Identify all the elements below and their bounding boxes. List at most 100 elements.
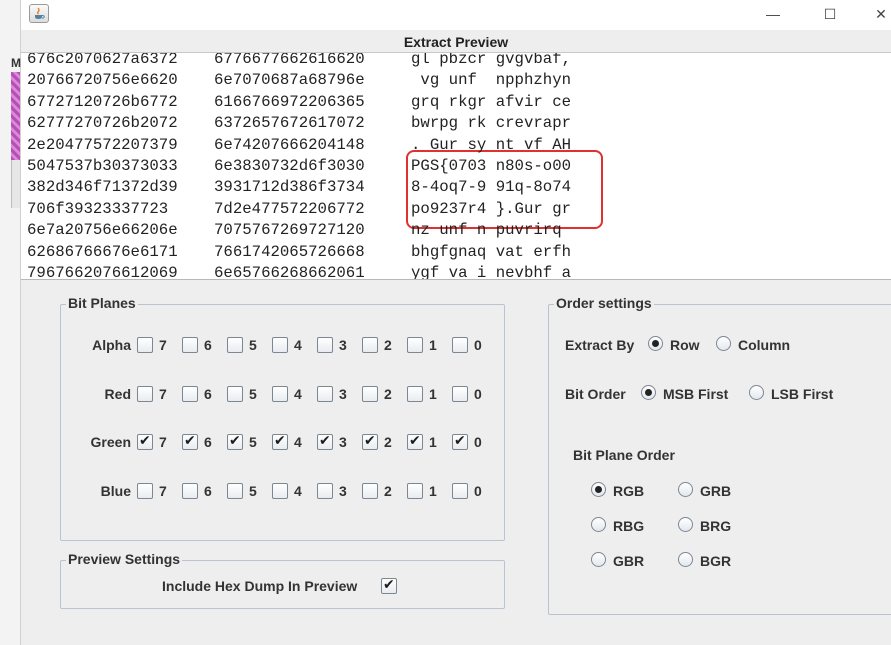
hex-column: 20766720756e6620 — [27, 71, 178, 90]
extract-by-radio-column[interactable] — [716, 336, 731, 351]
bit-number-label: 1 — [429, 482, 437, 499]
green-bit-checkbox[interactable]: ✔ — [272, 432, 288, 450]
checkmark-icon: ✔ — [383, 576, 395, 592]
ascii-text: gl pbzcr gvgvbaf, — [411, 52, 572, 68]
alpha-bit-checkbox[interactable] — [137, 337, 153, 353]
plane-order-option-label: GBR — [613, 553, 645, 569]
hex-column: 6e7070687a68796e — [214, 71, 365, 90]
channel-label: Green — [90, 434, 131, 450]
blue-bit-checkbox[interactable] — [182, 482, 198, 499]
checkmark-icon: ✔ — [229, 432, 241, 448]
hex-column: 6776677662616620 — [214, 52, 365, 68]
plane-order-radio-bgr[interactable] — [678, 552, 693, 567]
bit-planes-group: Bit Planes Alpha 7 6 5 4 3 2 1 0 Red 7 6 5 4 3 2 1 0 Green… — [60, 295, 505, 541]
channel-label: Red — [104, 385, 131, 402]
hex-preview-area[interactable]: 676c2070627a6372 6776677662616620 gl pbzcr… — [21, 52, 891, 280]
alpha-bit-checkbox[interactable] — [272, 337, 288, 353]
bit-order-radio-lsb-first[interactable] — [749, 385, 764, 400]
checkmark-icon: ✔ — [184, 432, 196, 448]
green-bit-checkbox[interactable]: ✔ — [317, 432, 333, 450]
blue-bit-checkbox[interactable] — [227, 482, 243, 499]
green-bit-checkbox[interactable]: ✔ — [407, 432, 423, 450]
alpha-bit-checkbox[interactable] — [182, 337, 198, 353]
green-bit-checkbox[interactable]: ✔ — [227, 432, 243, 450]
bit-plane-row-alpha: Alpha 7 6 5 4 3 2 1 0 — [61, 335, 501, 355]
include-hex-checkbox[interactable]: ✔ — [381, 576, 397, 594]
bit-order-label: Bit Order — [565, 386, 626, 402]
bit-plane-row-green: Green ✔ 7 ✔ 6 ✔ 5 ✔ 4 ✔ 3 ✔ 2 ✔ 1 ✔ 0 — [61, 432, 501, 452]
plane-order-radio-grb[interactable] — [678, 482, 693, 497]
blue-bit-checkbox[interactable] — [362, 482, 378, 499]
blue-bit-checkbox[interactable] — [137, 482, 153, 499]
plane-order-radio-rgb[interactable] — [591, 482, 606, 497]
alpha-bit-checkbox[interactable] — [452, 337, 468, 353]
ascii-text: bhgfgnaq vat erfh — [411, 242, 572, 261]
plane-order-option-label: RBG — [613, 518, 645, 534]
checkmark-icon: ✔ — [364, 432, 376, 448]
red-bit-checkbox[interactable] — [182, 385, 198, 402]
blue-bit-checkbox[interactable] — [407, 482, 423, 499]
maximize-button[interactable]: ☐ — [807, 2, 853, 28]
bit-number-label: 5 — [249, 337, 257, 353]
bit-number-label: 0 — [474, 337, 482, 353]
close-button[interactable]: ✕ — [866, 2, 891, 28]
preview-settings-title: Preview Settings — [66, 551, 183, 567]
bit-number-label: 4 — [294, 337, 302, 353]
java-app-icon — [29, 4, 49, 23]
bit-number-label: 4 — [294, 434, 302, 450]
bit-number-label: 3 — [339, 434, 347, 450]
hex-column: 6166766972206365 — [214, 92, 365, 111]
red-bit-checkbox[interactable] — [362, 385, 378, 402]
red-bit-checkbox[interactable] — [407, 385, 423, 402]
red-bit-checkbox[interactable] — [137, 385, 153, 402]
green-bit-checkbox[interactable]: ✔ — [452, 432, 468, 450]
bit-number-label: 0 — [474, 482, 482, 499]
hex-column: 6e7a20756e66206e — [27, 221, 178, 240]
hex-column: 62777270726b2072 — [27, 114, 178, 133]
red-bit-checkbox[interactable] — [452, 385, 468, 402]
minimize-button[interactable]: — — [750, 2, 796, 28]
background-window-letter: M — [11, 56, 21, 70]
bit-number-label: 3 — [339, 482, 347, 499]
alpha-bit-checkbox[interactable] — [227, 337, 243, 353]
hex-column: 62686766676e6171 — [27, 242, 178, 261]
bit-number-label: 6 — [204, 337, 212, 353]
blue-bit-checkbox[interactable] — [452, 482, 468, 499]
order-settings-group: Order settings Extract By Row Column Bit Or… — [548, 295, 891, 615]
bit-number-label: 7 — [159, 482, 167, 499]
bit-number-label: 0 — [474, 434, 482, 450]
radio-selected-dot — [595, 486, 602, 493]
plane-order-radio-rbg[interactable] — [591, 517, 606, 532]
bit-number-label: 5 — [249, 434, 257, 450]
title-bar: — ☐ ✕ — [21, 0, 891, 30]
red-bit-checkbox[interactable] — [227, 385, 243, 402]
bit-number-label: 4 — [294, 482, 302, 499]
plane-order-option-label: RGB — [613, 483, 645, 499]
alpha-bit-checkbox[interactable] — [317, 337, 333, 353]
blue-bit-checkbox[interactable] — [272, 482, 288, 499]
green-bit-checkbox[interactable]: ✔ — [182, 432, 198, 450]
alpha-bit-checkbox[interactable] — [407, 337, 423, 353]
red-bit-checkbox[interactable] — [272, 385, 288, 402]
plane-order-option-label: GRB — [700, 483, 732, 499]
extract-by-radio-row[interactable] — [648, 336, 663, 351]
extract-by-label: Extract By — [565, 337, 635, 353]
ascii-text: 8-4oq7-9 91q-8o74 — [411, 178, 572, 197]
plane-order-radio-brg[interactable] — [678, 517, 693, 532]
green-bit-checkbox[interactable]: ✔ — [137, 432, 153, 450]
preview-settings-group: Preview Settings Include Hex Dump In Pre… — [60, 551, 505, 609]
alpha-bit-checkbox[interactable] — [362, 337, 378, 353]
bit-order-radio-msb-first[interactable] — [641, 385, 656, 400]
green-bit-checkbox[interactable]: ✔ — [362, 432, 378, 450]
bit-number-label: 7 — [159, 385, 167, 402]
plane-order-radio-gbr[interactable] — [591, 552, 606, 567]
bit-number-label: 7 — [159, 434, 167, 450]
hex-column: 706f39323337723 — [27, 199, 169, 218]
hex-column: 676c2070627a6372 — [27, 52, 178, 68]
bit-number-label: 1 — [429, 385, 437, 402]
ascii-text: vg unf npphzhyn — [411, 71, 572, 90]
blue-bit-checkbox[interactable] — [317, 482, 333, 499]
extract-dialog: — ☐ ✕ Extract Preview 676c2070627a6372 67… — [21, 0, 891, 645]
bit-number-label: 2 — [384, 482, 392, 499]
red-bit-checkbox[interactable] — [317, 385, 333, 402]
